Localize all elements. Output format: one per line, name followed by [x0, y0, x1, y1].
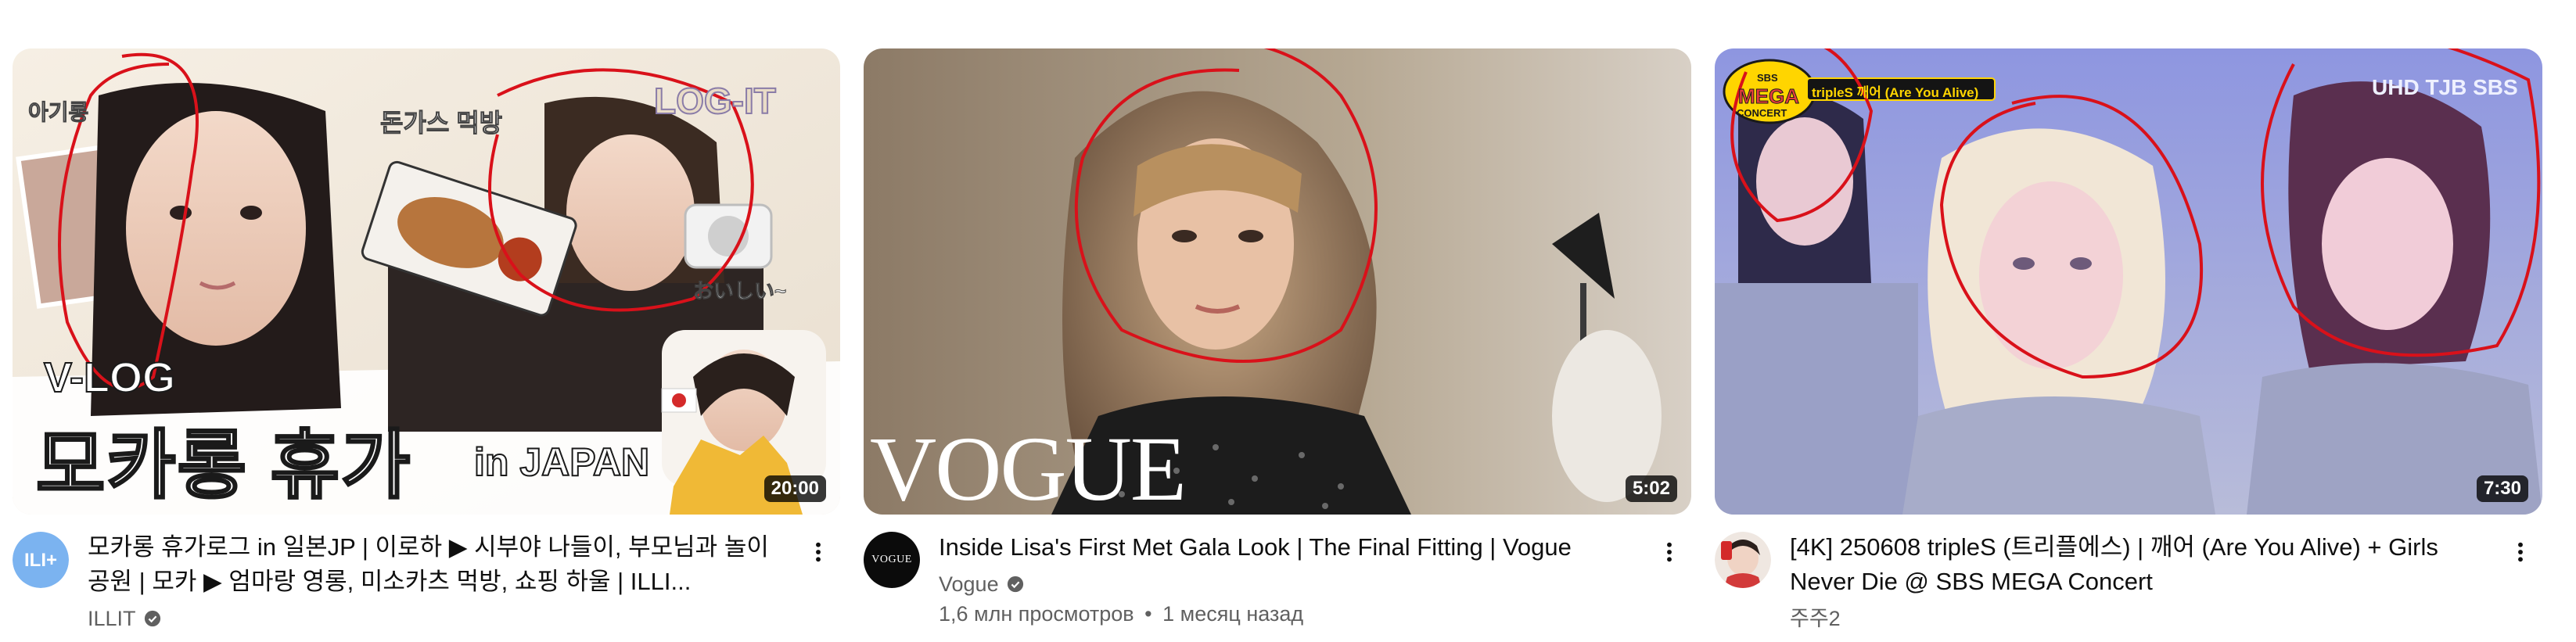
more-actions-button[interactable]	[2505, 536, 2536, 568]
channel-name[interactable]: ILLIT	[88, 604, 136, 633]
video-thumbnail[interactable]: SBS MEGA CONCERT tripleS 깨어 (Are You Ali…	[1715, 48, 2542, 515]
video-card[interactable]: V-LOG 모카롱 휴가 in JAPAN 아기롱 돈가스 먹방 LOG-IT …	[13, 0, 840, 642]
video-meta: 모카롱 휴가로그 in 일본JP | 이로하 ▶ 시부야 나들이, 부모님과 놀…	[88, 530, 776, 633]
thumbnail-badge-main: MEGA	[1738, 84, 1800, 109]
thumbnail-tonkatsu-text: 돈가스 먹방	[379, 109, 503, 138]
thumbnail-badge-top: SBS	[1757, 72, 1778, 84]
video-thumbnail[interactable]: VOGUE 5:02	[864, 48, 1691, 515]
channel-avatar-icon	[1715, 532, 1771, 588]
video-duration: 7:30	[2476, 475, 2528, 502]
thumbnail-vlog-text: V-LOG	[43, 353, 176, 402]
more-actions-button[interactable]	[1654, 536, 1685, 568]
thumbnail-broadcaster-logo: UHD TJB SBS	[2372, 75, 2518, 99]
video-grid: V-LOG 모카롱 휴가 in JAPAN 아기롱 돈가스 먹방 LOG-IT …	[0, 0, 2576, 642]
thumbnail-caption: tripleS 깨어 (Are You Alive)	[1812, 85, 1979, 100]
channel-avatar[interactable]	[1715, 532, 1771, 588]
thumbnail-in-japan-text: in JAPAN	[473, 439, 650, 485]
stats-separator: •	[1144, 602, 1152, 626]
thumbnail-badge-bottom: CONCERT	[1737, 107, 1787, 119]
verified-icon	[144, 610, 160, 627]
more-actions-button[interactable]	[803, 536, 834, 568]
video-thumbnail[interactable]: V-LOG 모카롱 휴가 in JAPAN 아기롱 돈가스 먹방 LOG-IT …	[13, 48, 840, 515]
kebab-menu-icon	[1667, 542, 1672, 562]
channel-avatar[interactable]: VOGUE	[864, 532, 920, 588]
video-title[interactable]: Inside Lisa's First Met Gala Look | The …	[939, 530, 1627, 565]
video-meta: [4K] 250608 tripleS (트리플에스) | 깨어 (Are Yo…	[1790, 530, 2478, 633]
thumbnail-artwork	[1715, 48, 2542, 515]
verified-icon	[1007, 576, 1023, 593]
upload-age: 1 месяц назад	[1162, 602, 1304, 626]
video-stats: 1,6 млн просмотров • 1 месяц назад	[939, 599, 1627, 629]
video-title[interactable]: 모카롱 휴가로그 in 일본JP | 이로하 ▶ 시부야 나들이, 부모님과 놀…	[88, 530, 776, 599]
video-duration: 20:00	[763, 475, 826, 502]
video-title[interactable]: [4K] 250608 tripleS (트리플에스) | 깨어 (Are Yo…	[1790, 530, 2478, 599]
channel-name[interactable]: Vogue	[939, 569, 999, 599]
channel-name[interactable]: 주주2	[1790, 604, 1841, 633]
channel-row: 주주2	[1790, 604, 2478, 633]
channel-avatar[interactable]: ILI+	[13, 532, 69, 588]
svg-text:ILI+: ILI+	[24, 550, 57, 571]
video-card[interactable]: VOGUE 5:02 VOGUE Inside Lisa's First Met…	[864, 0, 1691, 642]
thumbnail-logo-text: LOG-IT	[653, 80, 777, 122]
kebab-menu-icon	[2518, 542, 2523, 562]
thumbnail-ahgi-text: 아기롱	[27, 100, 89, 125]
view-count: 1,6 млн просмотров	[939, 602, 1134, 626]
kebab-menu-icon	[816, 542, 821, 562]
channel-row: Vogue	[939, 569, 1627, 599]
thumbnail-main-title: 모카롱 휴가	[34, 423, 412, 509]
vogue-avatar-text: VOGUE	[871, 554, 912, 565]
thumbnail-oishii-text: おいしい~	[692, 279, 787, 303]
video-duration: 5:02	[1625, 475, 1677, 502]
illit-logo-icon: ILI+	[13, 532, 69, 588]
thumbnail-vogue-logo: VOGUE	[870, 418, 1187, 515]
video-meta: Inside Lisa's First Met Gala Look | The …	[939, 530, 1627, 629]
video-card[interactable]: SBS MEGA CONCERT tripleS 깨어 (Are You Ali…	[1715, 0, 2542, 642]
channel-row: ILLIT	[88, 604, 776, 633]
